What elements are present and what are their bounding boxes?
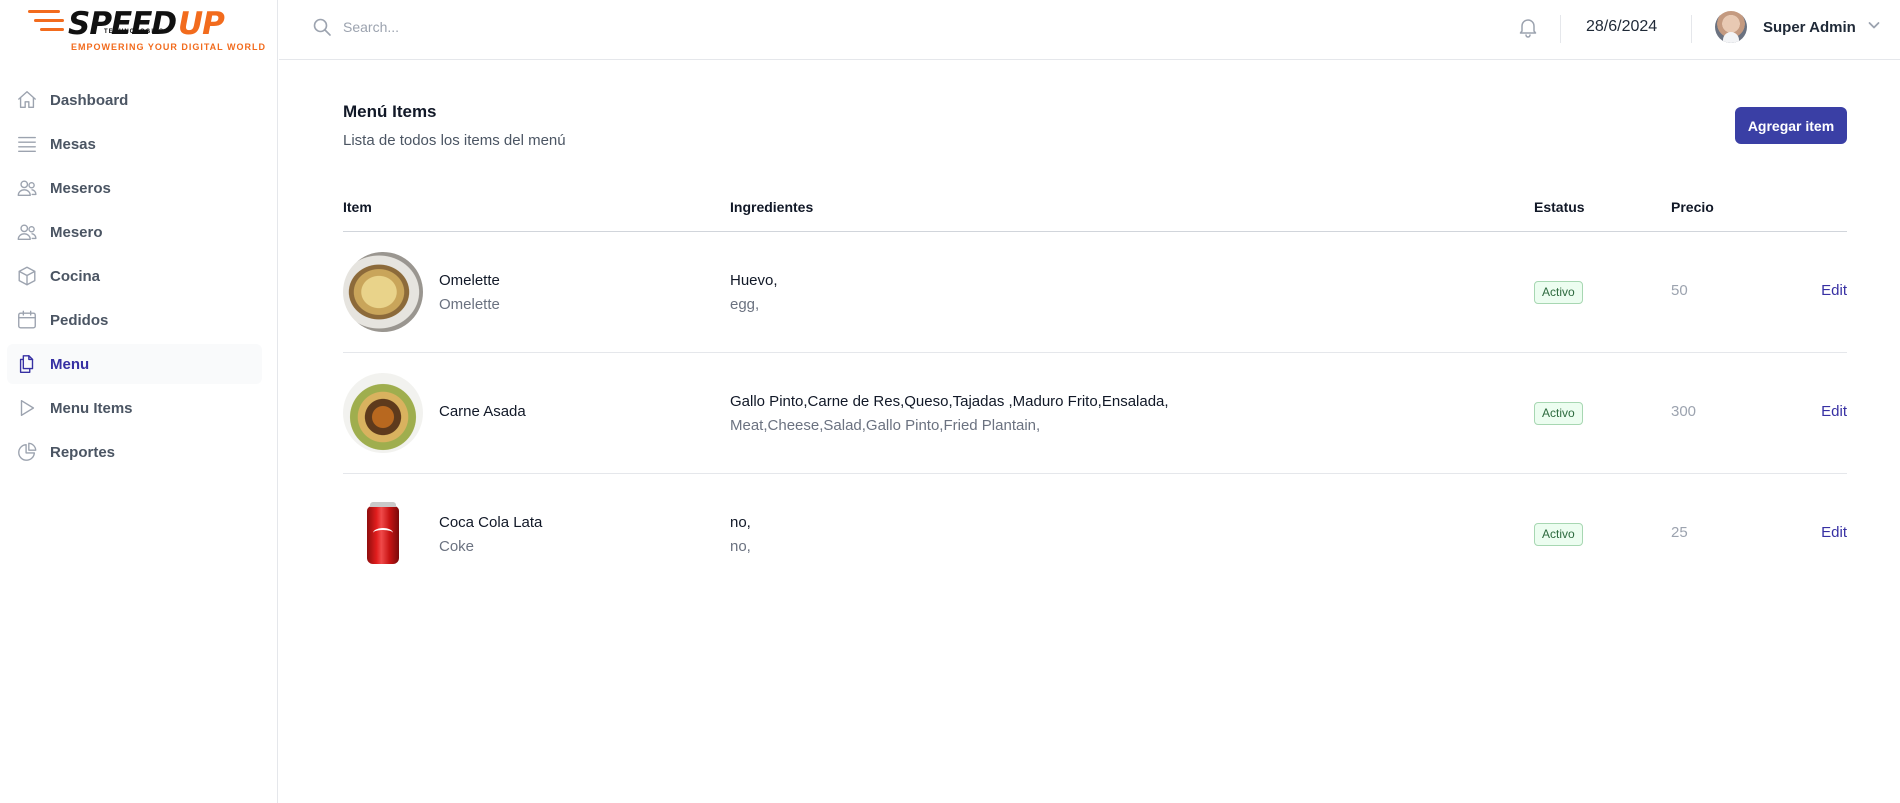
sidebar-item-mesero[interactable]: Mesero — [7, 212, 262, 252]
item-name: Coca Cola Lata — [439, 514, 543, 531]
home-icon — [16, 89, 38, 111]
chevron-down-icon — [1866, 17, 1882, 38]
sidebar-item-dashboard[interactable]: Dashboard — [7, 80, 262, 120]
column-header-status: Estatus — [1534, 199, 1585, 215]
header-divider — [1560, 15, 1561, 43]
avatar — [1715, 11, 1747, 43]
column-header-ingredients: Ingredientes — [730, 199, 814, 215]
sidebar-item-menu[interactable]: Menu — [7, 344, 262, 384]
user-name: Super Admin — [1763, 18, 1856, 36]
edit-link[interactable]: Edit — [1821, 403, 1847, 420]
user-menu[interactable]: Super Admin — [1715, 10, 1882, 44]
table-header: Item Ingredientes Estatus Precio — [343, 196, 1847, 232]
item-price: 300 — [1671, 403, 1697, 420]
sidebar-item-label: Cocina — [50, 267, 101, 285]
sidebar-item-label: Pedidos — [50, 311, 109, 329]
users-icon — [16, 177, 38, 199]
sidebar-item-label: Mesas — [50, 135, 96, 153]
sidebar-nav: Dashboard Mesas Meseros Mesero Cocina Pe… — [7, 80, 262, 476]
table-row: Carne Asada Gallo Pinto,Carne de Res,Que… — [343, 353, 1847, 474]
item-ingredients: no, — [730, 514, 751, 531]
item-subname: Omelette — [439, 296, 500, 313]
logo-speed-lines — [28, 10, 70, 36]
item-image-coca-cola — [343, 494, 423, 574]
header-date: 28/6/2024 — [1586, 18, 1658, 35]
brand-logo[interactable]: SPEED UP TECHNOLOGIES EMPOWERING YOUR DI… — [28, 6, 265, 53]
sidebar: SPEED UP TECHNOLOGIES EMPOWERING YOUR DI… — [0, 0, 278, 803]
status-badge: Activo — [1534, 402, 1583, 425]
sidebar-item-label: Menu — [50, 355, 90, 373]
sidebar-item-label: Dashboard — [50, 91, 129, 109]
item-ingredients: Huevo, — [730, 272, 778, 289]
page-title: Menú Items — [343, 102, 437, 121]
table-row: Omelette Omelette Huevo, egg, Activo 50 … — [343, 232, 1847, 353]
search-input[interactable] — [343, 14, 1043, 40]
soda-can-icon — [367, 502, 399, 564]
add-item-button[interactable]: Agregar item — [1735, 107, 1847, 144]
item-name: Carne Asada — [439, 403, 526, 420]
calendar-icon — [16, 309, 38, 331]
page-subtitle: Lista de todos los items del menú — [343, 132, 566, 149]
item-ingredients-en: Meat,Cheese,Salad,Gallo Pinto,Fried Plan… — [730, 417, 1041, 434]
item-ingredients: Gallo Pinto,Carne de Res,Queso,Tajadas ,… — [730, 393, 1169, 410]
sidebar-item-label: Reportes — [50, 443, 116, 461]
sidebar-item-label: Meseros — [50, 179, 111, 197]
item-image-carne-asada — [343, 373, 423, 453]
edit-link[interactable]: Edit — [1821, 524, 1847, 541]
pie-chart-icon — [16, 441, 38, 463]
status-badge: Activo — [1534, 281, 1583, 304]
sidebar-item-label: Mesero — [50, 223, 103, 241]
edit-link[interactable]: Edit — [1821, 282, 1847, 299]
sidebar-item-label: Menu Items — [50, 399, 133, 417]
search-icon — [312, 17, 332, 37]
item-subname: Coke — [439, 538, 475, 555]
logo-word-up: UP — [178, 6, 225, 42]
top-header: 28/6/2024 Super Admin — [279, 0, 1900, 60]
status-badge: Activo — [1534, 523, 1583, 546]
table-row: Coca Cola Lata Coke no, no, Activo 25 Ed… — [343, 474, 1847, 595]
menu-items-table: Item Ingredientes Estatus Precio Omelett… — [343, 196, 1847, 595]
cube-icon — [16, 265, 38, 287]
bell-icon[interactable] — [1516, 15, 1540, 39]
item-ingredients-en: no, — [730, 538, 751, 555]
logo-tagline: EMPOWERING YOUR DIGITAL WORLD — [71, 42, 266, 52]
sidebar-item-menu-items[interactable]: Menu Items — [7, 388, 262, 428]
item-price: 50 — [1671, 282, 1688, 299]
sidebar-item-reportes[interactable]: Reportes — [7, 432, 262, 472]
sidebar-item-pedidos[interactable]: Pedidos — [7, 300, 262, 340]
sidebar-item-cocina[interactable]: Cocina — [7, 256, 262, 296]
header-divider — [1691, 15, 1692, 43]
item-name: Omelette — [439, 272, 500, 289]
column-header-item: Item — [343, 199, 372, 215]
item-ingredients-en: egg, — [730, 296, 760, 313]
list-icon — [16, 133, 38, 155]
documents-icon — [16, 353, 38, 375]
column-header-price: Precio — [1671, 199, 1714, 215]
item-image-omelette — [343, 252, 423, 332]
logo-technologies: TECHNOLOGIES — [104, 29, 165, 35]
sidebar-item-meseros[interactable]: Meseros — [7, 168, 262, 208]
logo-word-speed: SPEED — [68, 6, 177, 42]
item-price: 25 — [1671, 524, 1688, 541]
play-icon — [16, 397, 38, 419]
users-icon — [16, 221, 38, 243]
sidebar-item-mesas[interactable]: Mesas — [7, 124, 262, 164]
